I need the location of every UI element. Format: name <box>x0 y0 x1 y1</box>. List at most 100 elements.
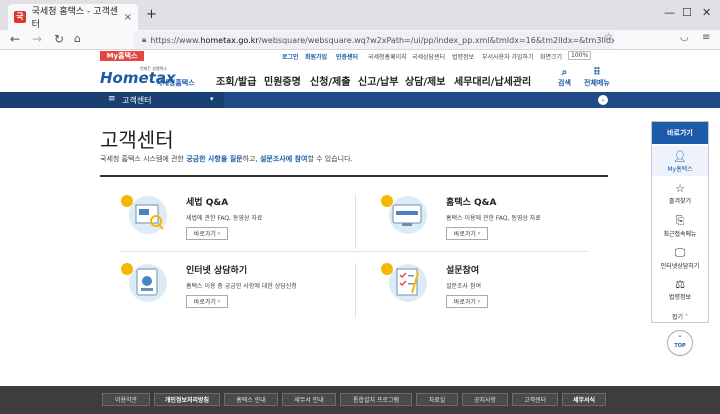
my-hometax-tab[interactable]: My홈택스 <box>100 51 144 61</box>
quick-online-consult[interactable]: 🖵︎ 인터넷상담하기 <box>652 246 708 270</box>
quick-fold-button[interactable]: 접기 ˄ <box>652 312 708 321</box>
go-label: 바로가기 <box>193 299 216 306</box>
footer-privacy[interactable]: 개인정보처리방침 <box>154 393 220 406</box>
screen-size-label: 화면크기 <box>540 54 563 61</box>
menu-tax-agent[interactable]: 세무대리/납세관리 <box>454 73 531 88</box>
forward-icon[interactable]: → <box>32 32 42 46</box>
bookmark-star-icon[interactable]: ☆ <box>604 32 613 43</box>
home-icon[interactable]: ⌂ <box>74 32 81 45</box>
hometax-qa-icon <box>381 195 427 234</box>
quick-links-header: 바로가기 <box>652 122 708 144</box>
quick-favorites[interactable]: ☆ 즐겨찾기 <box>652 182 708 205</box>
sub-nav-title: 고객센터 <box>122 96 152 105</box>
chevron-down-icon[interactable]: ⌄ <box>598 95 608 105</box>
window-close-icon[interactable]: ✕ <box>702 6 711 19</box>
go-button[interactable]: 바로가기 › <box>186 295 228 308</box>
new-tab-button[interactable]: + <box>146 7 157 22</box>
go-label: 바로가기 <box>193 231 216 238</box>
url-domain: hometax.go.kr <box>200 35 259 45</box>
card-divider <box>355 194 356 249</box>
quick-item-label: 법령정보 <box>668 294 692 301</box>
gavel-icon: ⚖︎ <box>675 278 685 291</box>
reload-icon[interactable]: ↻ <box>54 32 64 46</box>
card-hometax-qa: 홈택스 Q&A 홈택스 이용에 관한 FAQ, 동영상 자료 바로가기 › <box>380 191 610 246</box>
menu-filing[interactable]: 신고/납부 <box>358 73 398 88</box>
back-icon[interactable]: ← <box>10 32 20 46</box>
online-consult-icon <box>121 263 167 302</box>
quick-law-info[interactable]: ⚖︎ 법령정보 <box>652 278 708 301</box>
card-title: 세법 Q&A <box>186 198 229 208</box>
hometax-page: My홈택스 로그인 회원가입 인증센터 국세청홈페이지 국세상담센터 법령정보 … <box>0 51 720 414</box>
desc-highlight-survey: 설문조사에 참여 <box>259 155 308 163</box>
footer-hometax-guide[interactable]: 홈택스 안내 <box>224 393 278 406</box>
nts-counsel-link[interactable]: 국세상담센터 <box>412 52 445 61</box>
menu-certificate[interactable]: 민원증명 <box>264 73 301 88</box>
browser-nav-bar: ← → ↻ ⌂ 🔒︎ https://www.hometax.go.kr/web… <box>0 30 720 50</box>
card-survey: 설문참여 설문조사 참여 바로가기 › <box>380 259 610 314</box>
browser-tab-bar: 국 국세청 홈택스 - 고객센터 × + — ☐ ✕ <box>0 0 720 30</box>
go-label: 바로가기 <box>453 231 476 238</box>
quick-links-panel: 바로가기 👤︎ My홈택스 ☆ 즐겨찾기 ⎘ 최근접속메뉴 🖵︎ 인터넷상담하기… <box>651 121 709 323</box>
card-tax-law-qa: 세법 Q&A 세법에 관한 FAQ, 동영상 자료 바로가기 › <box>120 191 350 246</box>
search-icon: ⌕ <box>561 67 568 78</box>
url-path: /websquare/websquare.wq?w2xPath=/ui/pp/i… <box>258 35 614 45</box>
page-description: 국세청 홈택스 시스템에 관한 궁금한 사항을 질문하고, 설문조사에 참여할 … <box>100 154 353 164</box>
card-desc: 홈택스 이용에 관한 FAQ, 동영상 자료 <box>446 215 541 222</box>
nts-homepage-link[interactable]: 국세청홈페이지 <box>368 52 407 61</box>
minimize-icon[interactable]: — <box>664 6 675 19</box>
cert-center-link[interactable]: 인증센터 <box>336 52 358 61</box>
footer-customer-center[interactable]: 고객센터 <box>512 393 558 406</box>
all-menu-button[interactable]: ⠿ 전체메뉴 <box>584 67 610 88</box>
signup-link[interactable]: 회원가입 <box>305 52 327 61</box>
footer-tax-forms[interactable]: 세무서식 <box>562 393 606 406</box>
title-divider <box>100 175 608 177</box>
go-button[interactable]: 바로가기 › <box>446 295 488 308</box>
recent-menu-icon: ⎘ <box>675 214 685 227</box>
menu-application[interactable]: 신청/제출 <box>310 73 350 88</box>
footer-terms[interactable]: 이용약관 <box>102 393 150 406</box>
quick-recent-menu[interactable]: ⎘ 최근접속메뉴 <box>652 214 708 238</box>
desc-text: 국세청 홈택스 시스템에 관한 <box>100 155 187 163</box>
card-divider <box>120 251 588 252</box>
search-label: 검색 <box>558 79 571 87</box>
footer-install-program[interactable]: 통합설치 프로그램 <box>340 393 412 406</box>
app-menu-icon[interactable]: ≡ <box>702 32 710 43</box>
scroll-top-button[interactable]: ˄ TOP <box>667 330 693 356</box>
go-button[interactable]: 바로가기 › <box>186 227 228 240</box>
zoom-select[interactable]: 100% <box>568 51 592 60</box>
url-bar[interactable]: 🔒︎ https://www.hometax.go.kr/websquare/w… <box>134 31 614 49</box>
pocket-icon[interactable]: ◡ <box>680 32 689 43</box>
dept-user-signup-link[interactable]: 부서사용자 가입하기 <box>482 52 534 61</box>
desc-text: 하고, <box>242 155 260 163</box>
quick-item-label: 즐겨찾기 <box>668 198 692 205</box>
lock-icon: 🔒︎ <box>142 35 147 44</box>
law-info-link[interactable]: 법령정보 <box>452 52 474 61</box>
caret-down-icon: ▾ <box>210 95 214 103</box>
footer-office-guide[interactable]: 세무서 안내 <box>282 393 336 406</box>
card-title: 인터넷 상담하기 <box>186 266 248 276</box>
card-desc: 세법에 관한 FAQ, 동영상 자료 <box>186 215 263 222</box>
browser-tab[interactable]: 국 국세청 홈택스 - 고객센터 × <box>8 4 138 30</box>
quick-item-label: My홈택스 <box>667 166 693 173</box>
footer-library[interactable]: 자료실 <box>416 393 458 406</box>
tab-close-icon[interactable]: × <box>124 12 132 23</box>
maximize-icon[interactable]: ☐ <box>682 6 692 19</box>
url-prefix: https://www. <box>150 35 201 45</box>
quick-item-label: 인터넷상담하기 <box>660 263 700 270</box>
login-link[interactable]: 로그인 <box>282 52 299 61</box>
go-button[interactable]: 바로가기 › <box>446 227 488 240</box>
star-icon: ☆ <box>675 182 685 195</box>
card-desc: 홈택스 이용 중 궁금한 사항에 대한 상담신청 <box>186 283 297 290</box>
hamburger-icon[interactable]: ≡ <box>108 94 116 104</box>
survey-icon <box>381 263 427 302</box>
quick-my-hometax[interactable]: 👤︎ My홈택스 <box>652 146 708 176</box>
footer-notice[interactable]: 공지사항 <box>462 393 508 406</box>
grid-icon: ⠿ <box>592 67 601 78</box>
search-button[interactable]: ⌕ 검색 <box>558 67 571 88</box>
person-icon: 👤︎ <box>673 150 687 163</box>
hometax-favicon-icon: 국 <box>14 11 26 23</box>
menu-consult[interactable]: 상담/제보 <box>405 73 445 88</box>
menu-inquiry[interactable]: 조회/발급 <box>216 73 256 88</box>
hometax-logo[interactable]: 언제든 실행택스 Hometax 국세청홈택스 <box>100 65 200 91</box>
all-menu-label: 전체메뉴 <box>584 79 610 87</box>
